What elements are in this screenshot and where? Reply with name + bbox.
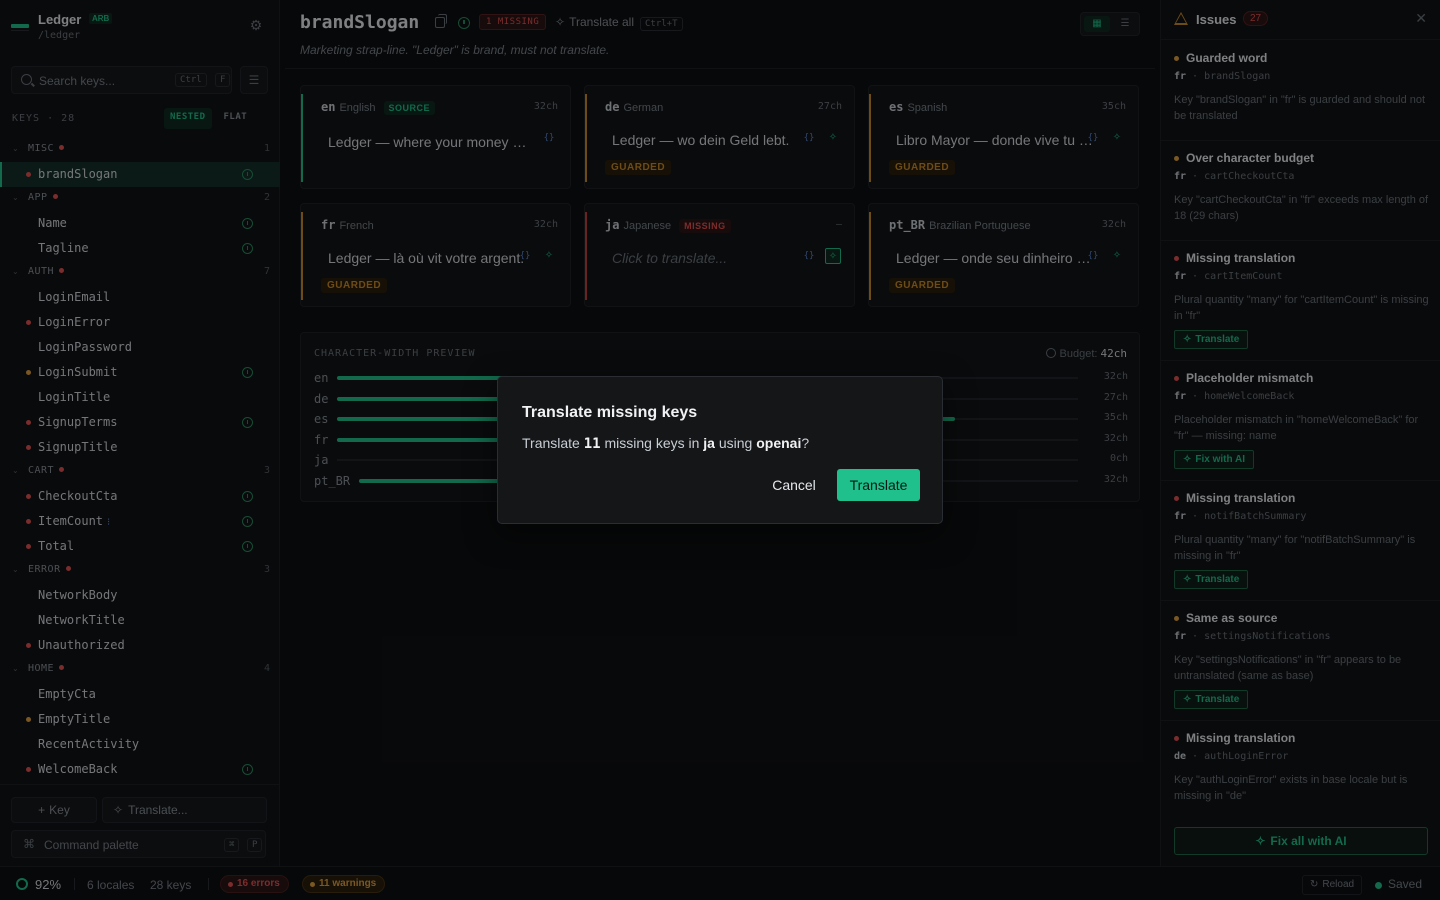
confirm-translate-button[interactable]: Translate: [837, 469, 920, 501]
dialog-text: using: [714, 435, 757, 451]
translation-provider: openai: [756, 435, 802, 451]
dialog-message: Translate 11 missing keys in ja using op…: [522, 435, 809, 452]
translate-missing-dialog: Translate missing keys Translate 11 miss…: [497, 376, 943, 524]
cancel-button[interactable]: Cancel: [760, 470, 828, 500]
target-locale: ja: [703, 435, 715, 451]
dialog-text: ?: [801, 435, 810, 451]
missing-count: 11: [583, 436, 601, 452]
dialog-text: missing keys in: [600, 435, 704, 451]
dialog-title: Translate missing keys: [522, 404, 698, 421]
dialog-text: Translate: [522, 435, 584, 451]
